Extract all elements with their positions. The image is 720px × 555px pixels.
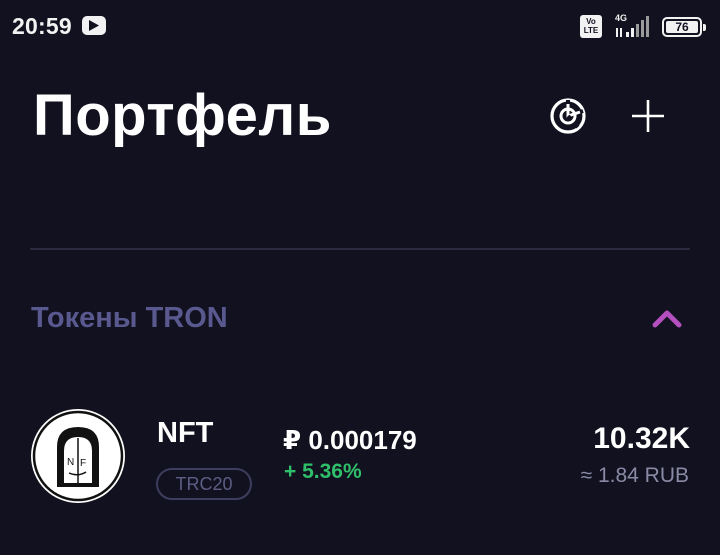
nft-avatar-icon: N F: [31, 409, 125, 503]
battery-icon: 76: [662, 17, 706, 37]
pie-chart-icon: [550, 98, 586, 134]
svg-text:F: F: [80, 458, 86, 469]
volte-icon: Vo LTE: [580, 15, 602, 38]
portfolio-chart-button[interactable]: [547, 95, 589, 137]
token-price-change: + 5.36%: [284, 460, 362, 483]
plus-icon: [632, 100, 664, 132]
add-token-button[interactable]: [627, 95, 669, 137]
token-name: NFT: [157, 417, 214, 449]
network-type-label: 4G: [615, 13, 627, 23]
section-title: Токены TRON: [31, 302, 228, 334]
status-bar: 20:59 Vo LTE 4G 76: [0, 0, 720, 56]
status-time: 20:59: [12, 13, 72, 39]
token-fiat-value: ≈ 1.84 RUB: [580, 464, 689, 487]
chevron-up-icon: [652, 310, 682, 328]
battery-level: 76: [666, 21, 698, 33]
token-row[interactable]: N F NFT TRC20 ₽ 0.000179 + 5.36% 10.32K …: [0, 395, 720, 520]
header-divider: [30, 248, 690, 250]
collapse-section-button[interactable]: [650, 305, 684, 331]
youtube-notification-icon: [82, 16, 106, 35]
token-balance: 10.32K: [593, 422, 690, 455]
token-price: ₽ 0.000179: [283, 425, 417, 455]
svg-text:N: N: [67, 457, 74, 468]
page-title: Портфель: [33, 83, 332, 148]
signal-4g-icon: 4G: [615, 13, 649, 37]
token-standard-badge: TRC20: [156, 468, 252, 500]
